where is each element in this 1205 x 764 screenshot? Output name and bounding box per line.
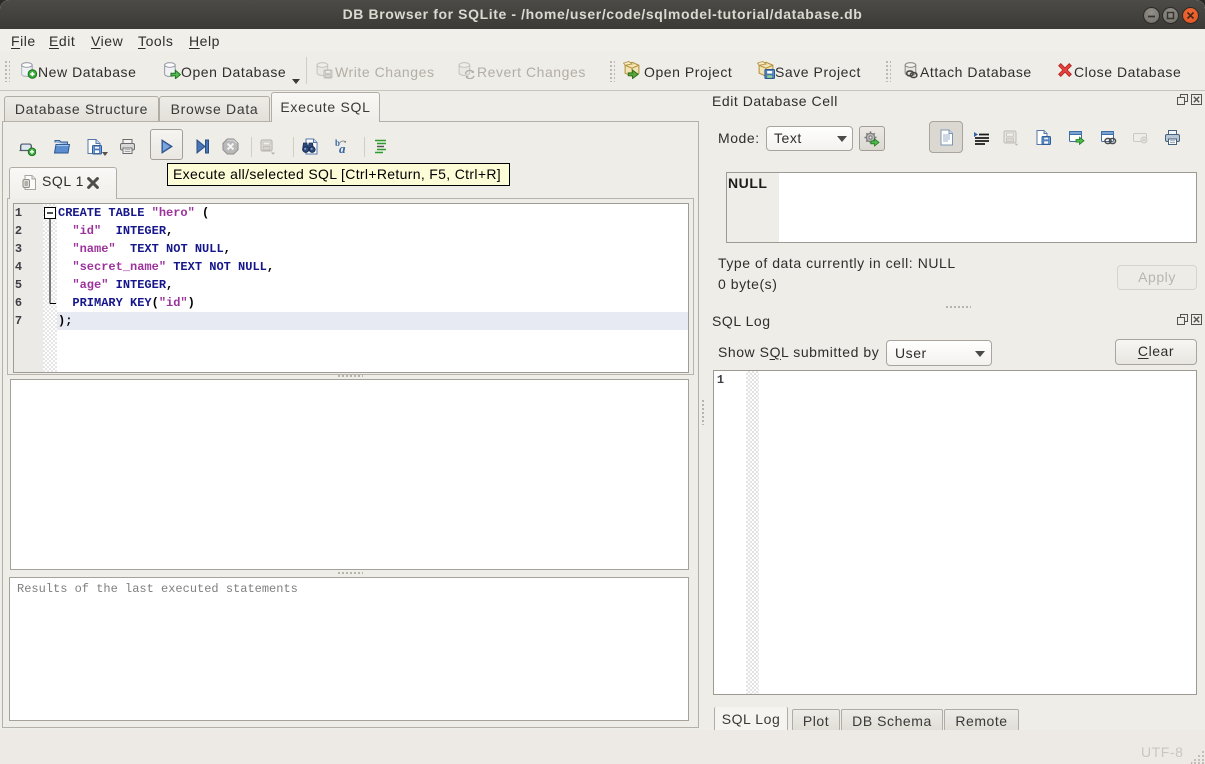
svg-text:a: a xyxy=(339,141,346,155)
